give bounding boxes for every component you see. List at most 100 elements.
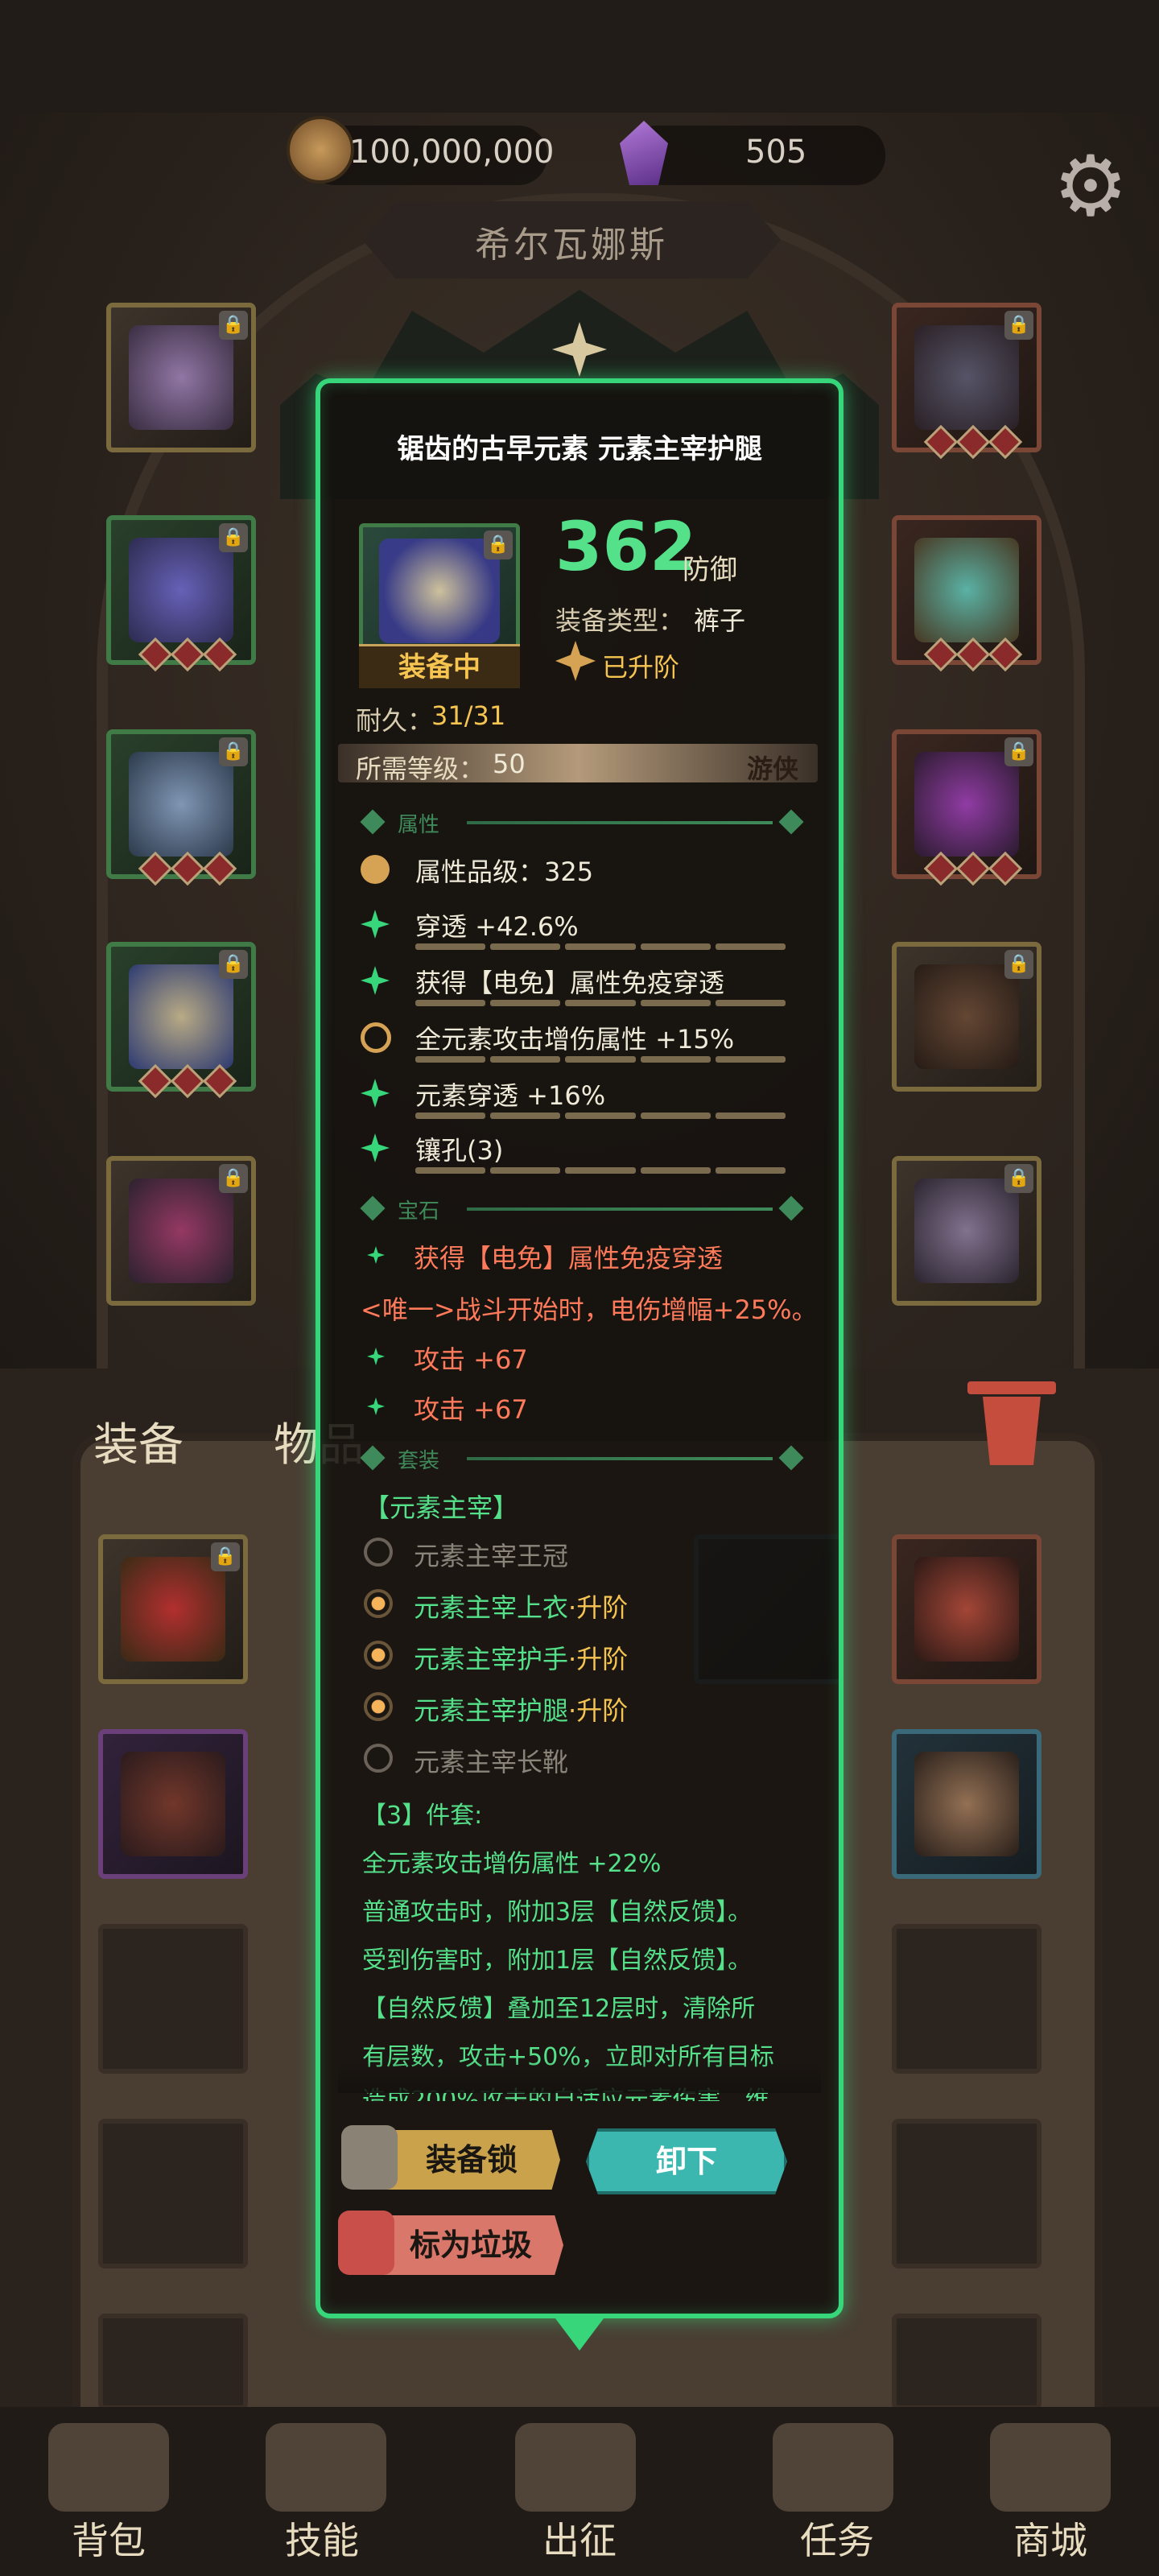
hero-name: 希尔瓦娜斯 bbox=[475, 225, 668, 266]
amulet-icon bbox=[914, 325, 1019, 430]
inventory-slot-empty[interactable] bbox=[892, 2119, 1041, 2268]
leg-armor-icon bbox=[379, 539, 500, 643]
necklace-icon bbox=[121, 1557, 225, 1662]
scroll-fade bbox=[338, 2061, 821, 2093]
set-bonus-line: 受到伤害时，附加1层【自然反馈】。 bbox=[362, 1946, 753, 1975]
attribute-row: 镶孔(3) bbox=[359, 1127, 794, 1175]
equipment-slot-boots[interactable]: 🔒 bbox=[106, 1156, 256, 1306]
attributes-header: 属性 bbox=[398, 813, 440, 837]
lock-icon: 🔒 bbox=[1004, 737, 1033, 766]
equipment-slot-legs[interactable]: 🔒 bbox=[106, 942, 256, 1099]
inventory-slot-empty[interactable] bbox=[892, 1924, 1041, 2074]
trash-lid bbox=[967, 1381, 1056, 1394]
gem-unique-effect: <唯一>战斗开始时，电伤增幅+25%。 bbox=[361, 1294, 818, 1325]
socket-gems bbox=[138, 1063, 237, 1099]
boots-icon bbox=[129, 1179, 233, 1283]
attribute-text: 穿透 +42.6% bbox=[415, 911, 579, 942]
skill-book-icon bbox=[266, 2423, 386, 2512]
inventory-slot-empty[interactable] bbox=[892, 2314, 1041, 2410]
class-label: 游侠 bbox=[747, 753, 799, 784]
nav-skills[interactable]: 技能 bbox=[258, 2512, 386, 2565]
inventory-slot[interactable] bbox=[98, 1729, 248, 1879]
equipment-slot-bow[interactable]: 🔒 bbox=[892, 942, 1041, 1092]
equipment-slot-quiver[interactable]: 🔒 bbox=[892, 1156, 1041, 1306]
refresh-gold-icon bbox=[361, 1022, 391, 1053]
set-bonus-line: 【自然反馈】叠加至12层时，清除所 bbox=[362, 1995, 756, 2023]
attribute-text: 属性品级：325 bbox=[415, 857, 594, 887]
leather-boots-icon bbox=[914, 1752, 1019, 1856]
sword-scroll-icon bbox=[515, 2423, 636, 2512]
quality-crest-icon bbox=[361, 855, 390, 884]
inventory-slot[interactable] bbox=[892, 1534, 1041, 1684]
set-piece: 元素主宰护手·升阶 bbox=[414, 1644, 629, 1674]
set-piece: 元素主宰上衣·升阶 bbox=[414, 1592, 629, 1623]
required-level-value: 50 bbox=[493, 749, 526, 779]
set-piece-indicator bbox=[364, 1744, 393, 1773]
defense-value: 362 bbox=[555, 507, 697, 586]
nav-quests[interactable]: 任务 bbox=[773, 2512, 901, 2565]
set-piece-indicator bbox=[364, 1692, 393, 1721]
gear-icon[interactable]: ⚙ bbox=[1046, 142, 1135, 230]
gold-amount: 100,000,000 bbox=[349, 134, 555, 171]
set-piece-indicator bbox=[364, 1589, 393, 1618]
lock-icon: 🔒 bbox=[219, 523, 248, 552]
green-star-icon bbox=[361, 910, 390, 939]
lock-icon: 🔒 bbox=[219, 1164, 248, 1193]
attribute-row: 属性品级：325 bbox=[359, 848, 794, 897]
attribute-roll-bar bbox=[415, 1113, 786, 1119]
attribute-row: 全元素攻击增伤属性 +15% bbox=[359, 1016, 794, 1064]
inventory-slot[interactable] bbox=[892, 1729, 1041, 1879]
attribute-row: 穿透 +42.6% bbox=[359, 903, 794, 952]
lock-icon[interactable]: 🔒 bbox=[484, 530, 513, 559]
set-header: 套装 bbox=[398, 1449, 440, 1473]
tab-equipment[interactable]: 装备 bbox=[93, 1409, 184, 1474]
coin-icon bbox=[287, 116, 354, 184]
inventory-slot[interactable]: 🔒 bbox=[98, 1534, 248, 1684]
shop-crest-icon bbox=[990, 2423, 1111, 2512]
lock-icon: 🔒 bbox=[1004, 950, 1033, 979]
inventory-slot-empty[interactable] bbox=[98, 2314, 248, 2410]
socket-gems bbox=[138, 637, 237, 672]
nav-backpack[interactable]: 背包 bbox=[44, 2512, 173, 2565]
set-piece-indicator bbox=[364, 1641, 393, 1670]
section-divider bbox=[467, 1457, 773, 1460]
type-label: 装备类型： bbox=[555, 605, 685, 636]
attribute-text: 镶孔(3) bbox=[415, 1135, 504, 1166]
ring-icon bbox=[914, 752, 1019, 857]
equipment-slot-wings[interactable]: 🔒 bbox=[106, 303, 256, 452]
lock-icon: 🔒 bbox=[219, 950, 248, 979]
lock-icon: 🔒 bbox=[219, 311, 248, 340]
set-piece-indicator bbox=[364, 1538, 393, 1567]
equipment-slot-armor[interactable]: 🔒 bbox=[106, 515, 256, 672]
equipment-slot-gauntlet[interactable]: 🔒 bbox=[106, 729, 256, 886]
inventory-slot-empty[interactable] bbox=[98, 1924, 248, 2074]
set-bonus-title: 【3】件套: bbox=[362, 1802, 483, 1830]
equipment-slot-helmet[interactable] bbox=[892, 515, 1041, 672]
lock-icon: 🔒 bbox=[211, 1542, 240, 1571]
equipment-slot-ring[interactable]: 🔒 bbox=[892, 729, 1041, 886]
attribute-row: 获得【电免】属性免疫穿透 bbox=[359, 960, 794, 1008]
backpack-icon bbox=[48, 2423, 169, 2512]
gem-effect: 攻击 +67 bbox=[414, 1394, 528, 1425]
inventory-slot-empty[interactable] bbox=[98, 2119, 248, 2268]
nav-expedition[interactable]: 出征 bbox=[515, 2512, 644, 2565]
durability-value: 31/31 bbox=[431, 700, 506, 731]
lock-icon: 🔒 bbox=[1004, 311, 1033, 340]
set-piece: 元素主宰护腿·升阶 bbox=[414, 1695, 629, 1726]
set-bonus-line: 普通攻击时，附加3层【自然反馈】。 bbox=[362, 1898, 753, 1926]
set-bonus-line: 全元素攻击增伤属性 +22% bbox=[362, 1850, 662, 1878]
scroll-icon bbox=[773, 2423, 893, 2512]
set-name: 【元素主宰】 bbox=[364, 1492, 519, 1523]
attribute-roll-bar bbox=[415, 1167, 786, 1174]
lock-icon: 🔒 bbox=[219, 737, 248, 766]
attribute-text: 全元素攻击增伤属性 +15% bbox=[415, 1024, 735, 1055]
unequip-button[interactable]: 卸下 bbox=[586, 2128, 787, 2194]
trash-tag-icon bbox=[338, 2211, 394, 2275]
lock-icon: 🔒 bbox=[1004, 1164, 1033, 1193]
gems-header: 宝石 bbox=[398, 1199, 440, 1224]
section-divider bbox=[467, 1208, 773, 1211]
nav-shop[interactable]: 商城 bbox=[986, 2512, 1115, 2565]
equipment-slot-amulet[interactable]: 🔒 bbox=[892, 303, 1041, 460]
durability-label: 耐久： bbox=[356, 705, 434, 736]
quiver-icon bbox=[914, 1179, 1019, 1283]
